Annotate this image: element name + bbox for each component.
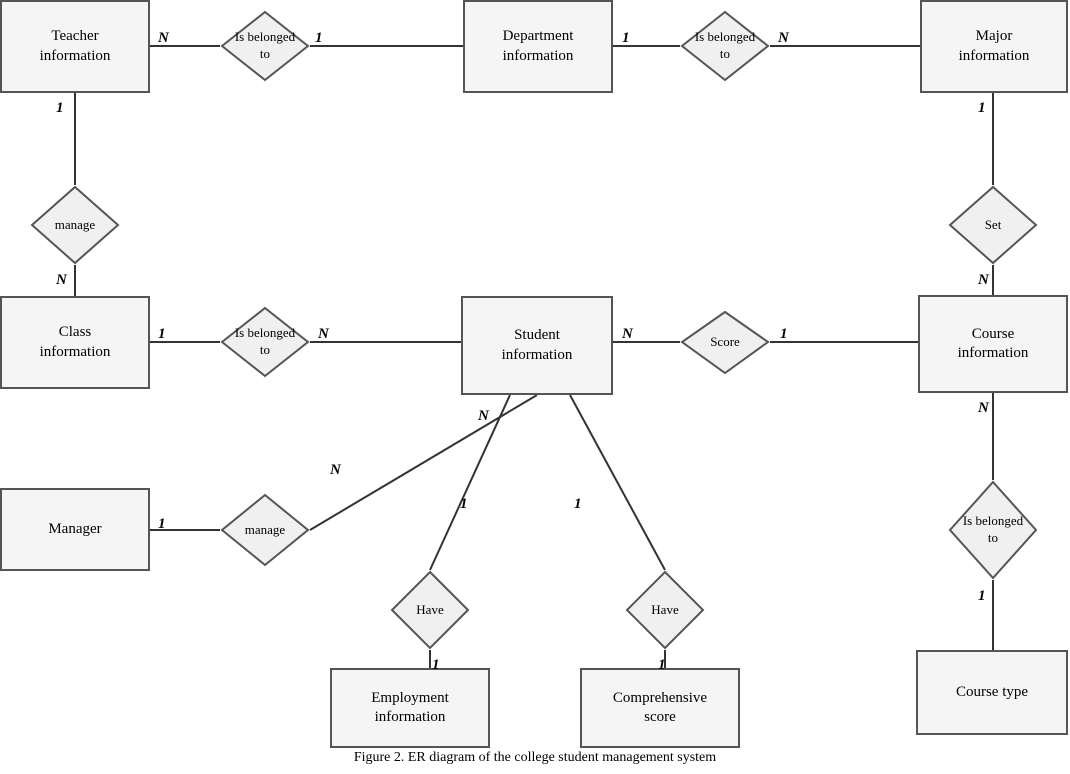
- mult-class-belonged: 1: [158, 326, 166, 343]
- entity-course: Courseinformation: [918, 295, 1068, 393]
- rel-belonged2: Is belongedto: [680, 10, 770, 82]
- mult-manage-class: N: [56, 272, 67, 289]
- rel-belonged-class: Is belongedto: [220, 306, 310, 378]
- rel-belonged1-label: Is belongedto: [235, 29, 295, 63]
- entity-student: Studentinformation: [461, 296, 613, 395]
- entity-comprehensive: Comprehensivescore: [580, 668, 740, 748]
- rel-have-employment-label: Have: [416, 602, 443, 619]
- rel-score: Score: [680, 310, 770, 375]
- mult-manage-student: N: [330, 462, 341, 479]
- mult-set-course: N: [978, 272, 989, 289]
- mult-belonged2-major: N: [778, 30, 789, 47]
- mult-course-belonged-n: N: [978, 400, 989, 417]
- er-diagram: Teacherinformation Departmentinformation…: [0, 0, 1070, 740]
- rel-set-label: Set: [985, 217, 1002, 234]
- mult-belonged1-dept: 1: [315, 30, 323, 47]
- mult-manager-manage: 1: [158, 516, 166, 533]
- entity-teacher: Teacherinformation: [0, 0, 150, 93]
- rel-have-comprehensive: Have: [625, 570, 705, 650]
- mult-teacher-manage: 1: [56, 100, 64, 117]
- rel-have-employment: Have: [390, 570, 470, 650]
- rel-have-comprehensive-label: Have: [651, 602, 678, 619]
- rel-manage-teacher-label: manage: [55, 217, 95, 234]
- entity-class: Classinformation: [0, 296, 150, 389]
- mult-score-course: 1: [780, 326, 788, 343]
- entity-major: Majorinformation: [920, 0, 1068, 93]
- mult-major-set: 1: [978, 100, 986, 117]
- rel-belonged2-label: Is belongedto: [695, 29, 755, 63]
- mult-student-score: N: [622, 326, 633, 343]
- rel-belonged-course-label: Is belongedto: [963, 513, 1023, 547]
- rel-manage-manager-label: manage: [245, 522, 285, 539]
- figure-caption: Figure 2. ER diagram of the college stud…: [0, 750, 1070, 766]
- mult-dept-belonged2: 1: [622, 30, 630, 47]
- entity-course-type: Course type: [916, 650, 1068, 735]
- mult-teacher-n: N: [158, 30, 169, 47]
- entity-employment: Employmentinformation: [330, 668, 490, 748]
- rel-manage-manager: manage: [220, 493, 310, 567]
- rel-set: Set: [948, 185, 1038, 265]
- mult-student-have-comp-1: 1: [574, 496, 582, 513]
- rel-belonged-class-label: Is belongedto: [235, 325, 295, 359]
- rel-belonged1: Is belongedto: [220, 10, 310, 82]
- mult-student-have-empl-1: 1: [460, 496, 468, 513]
- rel-belonged-course: Is belongedto: [948, 480, 1038, 580]
- rel-manage-teacher: manage: [30, 185, 120, 265]
- entity-department: Departmentinformation: [463, 0, 613, 93]
- mult-have-empl-1: 1: [432, 657, 440, 674]
- entity-manager: Manager: [0, 488, 150, 571]
- mult-student-have-empl-n: N: [478, 408, 489, 425]
- mult-belonged-course-1: 1: [978, 588, 986, 605]
- mult-have-comp-1: 1: [658, 657, 666, 674]
- mult-belonged-student: N: [318, 326, 329, 343]
- rel-score-label: Score: [710, 334, 740, 351]
